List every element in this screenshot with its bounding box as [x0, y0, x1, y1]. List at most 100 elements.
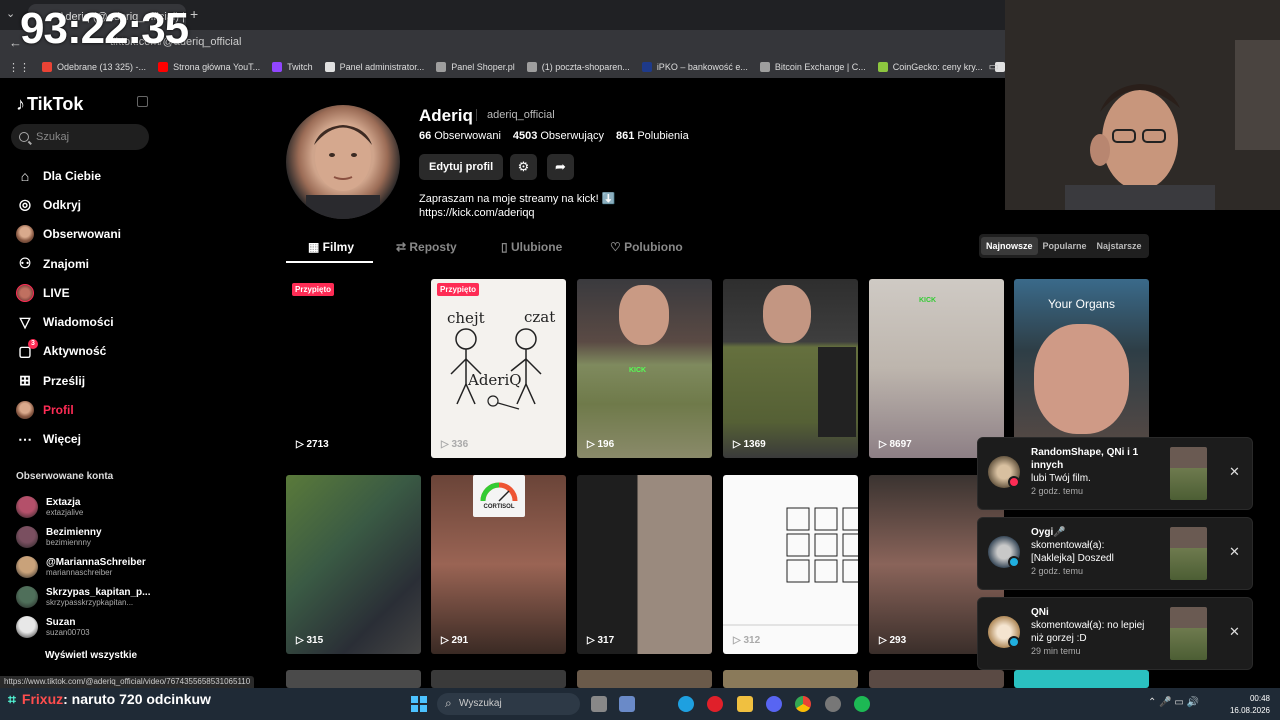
bookmark-label: Odebrane (13 325) -... — [57, 62, 147, 72]
windows-start-icon[interactable] — [411, 696, 427, 712]
video-card[interactable]: CORTISOL ▷ 291 — [431, 475, 566, 654]
opera-icon[interactable] — [707, 696, 723, 712]
nav-label: LIVE — [43, 285, 70, 300]
notification-thumbnail[interactable] — [1170, 527, 1207, 580]
edit-profile-button[interactable]: Edytuj profil — [419, 154, 504, 180]
globe-icon — [436, 62, 447, 72]
clock[interactable]: 00:48 16.08.2026 — [1228, 693, 1270, 717]
nav-item-prześlij[interactable]: ⊞ Prześlij — [16, 366, 121, 395]
folder-icon[interactable] — [737, 696, 753, 712]
taskbar-search[interactable]: Wyszukaj — [437, 693, 580, 715]
video-card[interactable] — [869, 670, 1004, 688]
tab-polubiono[interactable]: ♡ Polubiono — [610, 240, 683, 254]
bio-link[interactable]: https://kick.com/aderiqq — [419, 206, 615, 220]
bookmark-item[interactable]: Bitcoin Exchange | C... — [759, 62, 866, 72]
followers-stat[interactable]: 4503 Obserwujący — [513, 130, 604, 142]
bookmark-item[interactable]: Odebrane (13 325) -... — [42, 62, 146, 72]
tab-ulubione[interactable]: ▯ Ulubione — [501, 240, 562, 254]
nav-item-aktywność[interactable]: ▢ 3 Aktywność — [16, 337, 121, 366]
video-card[interactable] — [431, 670, 566, 688]
nav-label: Odkryj — [43, 197, 82, 212]
notification-thumbnail[interactable] — [1170, 447, 1207, 500]
video-card[interactable] — [723, 670, 858, 688]
notification-text: RandomShape, QNi i 1 innych lubi Twój fil… — [1031, 446, 1151, 498]
name-separator — [476, 109, 477, 121]
share-profile-button[interactable]: ➦ — [547, 154, 574, 180]
nav-item-obserwowani[interactable]: Obserwowani — [16, 220, 121, 249]
notification-card[interactable]: QNi skomentował(a): no lepiej niż gorzej … — [977, 597, 1253, 670]
sort-oldest[interactable]: Najstarsze — [1092, 237, 1147, 255]
nav-item-wiadomości[interactable]: ▽ Wiadomości — [16, 307, 121, 336]
video-card[interactable]: ▷ 312 — [723, 475, 858, 654]
tab-list-chevron-icon[interactable]: ⌄ — [6, 7, 15, 20]
close-icon[interactable]: ✕ — [1229, 624, 1240, 640]
notification-card[interactable]: RandomShape, QNi i 1 innych lubi Twój fil… — [977, 437, 1253, 510]
video-card[interactable]: KICK ▷ 8697 — [869, 279, 1004, 458]
chrome-icon[interactable] — [795, 696, 811, 712]
close-icon[interactable]: ✕ — [1229, 544, 1240, 560]
streamer-face — [763, 285, 811, 343]
video-card[interactable]: chejt czat AderiQ Przypięto ▷ 336 — [431, 279, 566, 458]
nav-item-profil[interactable]: Profil — [16, 395, 121, 424]
show-all-link[interactable]: Wyświetl wszystkie — [45, 650, 137, 661]
nav-item-dla-ciebie[interactable]: ⌂ Dla Ciebie — [16, 161, 121, 190]
video-card[interactable] — [1014, 670, 1149, 688]
notification-thumbnail[interactable] — [1170, 607, 1207, 660]
edge-icon[interactable] — [678, 696, 694, 712]
bookmark-item[interactable]: CoinGecko: ceny kry... — [877, 62, 983, 72]
video-card[interactable] — [577, 670, 712, 688]
video-card[interactable] — [286, 670, 421, 688]
nav-item-więcej[interactable]: ⋯ Więcej — [16, 425, 121, 454]
spotify-icon[interactable] — [854, 696, 870, 712]
followed-account[interactable]: Extazja extazjalive — [16, 492, 151, 522]
search-box[interactable] — [11, 124, 149, 150]
bookmark-item[interactable]: Twitch — [272, 62, 313, 72]
followed-account[interactable]: @MariannaSchreiber mariannaschreiber — [16, 552, 151, 582]
sort-popular[interactable]: Popularne — [1038, 237, 1092, 255]
sort-newest[interactable]: Najnowsze — [981, 237, 1038, 255]
tab-label: Reposty — [409, 240, 457, 254]
chat-user: Frixuz — [21, 691, 64, 707]
bookmark-item[interactable]: Panel administrator... — [324, 62, 424, 72]
bookmark-item[interactable]: Strona główna YouT... — [158, 62, 260, 72]
notification-actor: RandomShape, QNi i 1 innych — [1031, 447, 1139, 471]
video-card[interactable]: Your Organs — [1014, 279, 1149, 458]
account-handle: skrzypasskrzypkapitan... — [46, 597, 134, 607]
nav-item-znajomi[interactable]: ⚇ Znajomi — [16, 249, 121, 278]
tab-reposty[interactable]: ⇄ Reposty — [396, 240, 457, 254]
apps-grid-icon[interactable]: ⋮⋮ — [8, 61, 30, 74]
followed-account[interactable]: Skrzypas_kapitan_p... skrzypasskrzypkapit… — [16, 582, 151, 612]
video-card[interactable]: ▷ 1369 — [723, 279, 858, 458]
globe-icon — [759, 62, 770, 72]
bookmark-item[interactable]: (1) poczta-shoparen... — [526, 62, 630, 72]
video-card[interactable]: ▷ 317 — [577, 475, 712, 654]
nav-item-odkryj[interactable]: ◎ Odkryj — [16, 190, 121, 219]
tiktok-logo[interactable]: ♪ TikTok — [16, 94, 83, 115]
store-icon[interactable] — [619, 696, 635, 712]
followed-account[interactable]: Suzan suzan00703 — [16, 612, 151, 642]
task-view-icon[interactable] — [591, 696, 607, 712]
close-icon[interactable]: ✕ — [1229, 464, 1240, 480]
collapse-sidebar-icon[interactable] — [137, 96, 148, 107]
bookmarks-folder-icon[interactable]: ▭ — [989, 60, 999, 73]
search-input[interactable] — [36, 131, 136, 143]
tab-filmy[interactable]: ▦ Filmy — [308, 240, 354, 254]
nav-label: Znajomi — [43, 256, 90, 271]
followers-count: 4503 — [512, 130, 538, 142]
following-stat[interactable]: 66 Obserwowani — [419, 130, 501, 142]
status-url-tooltip: https://www.tiktok.com/@aderiq_official/… — [0, 676, 255, 688]
following-avatar-icon — [16, 225, 34, 244]
video-card[interactable]: ▷ 315 — [286, 475, 421, 654]
bookmark-item[interactable]: iPKO – bankowość e... — [641, 62, 748, 72]
video-card[interactable]: Przypięto ▷ 2713 — [286, 279, 421, 458]
video-card[interactable]: KICK ▷ 196 — [577, 279, 712, 458]
new-tab-icon[interactable]: + — [190, 6, 198, 22]
discord-icon[interactable] — [766, 696, 782, 712]
settings-gear-button[interactable]: ⚙ — [510, 154, 537, 180]
bookmark-item[interactable]: Panel Shoper.pl — [436, 62, 515, 72]
system-tray[interactable]: ⌃ 🎤 ▭ 🔊 — [1148, 697, 1199, 708]
followed-account[interactable]: Bezimienny bezimiennny — [16, 522, 151, 552]
nav-item-live[interactable]: LIVE — [16, 278, 121, 307]
notification-card[interactable]: Oygi🎤 skomentował(a): [Naklejka] Doszedl 2… — [977, 517, 1253, 590]
obs-icon[interactable] — [825, 696, 841, 712]
